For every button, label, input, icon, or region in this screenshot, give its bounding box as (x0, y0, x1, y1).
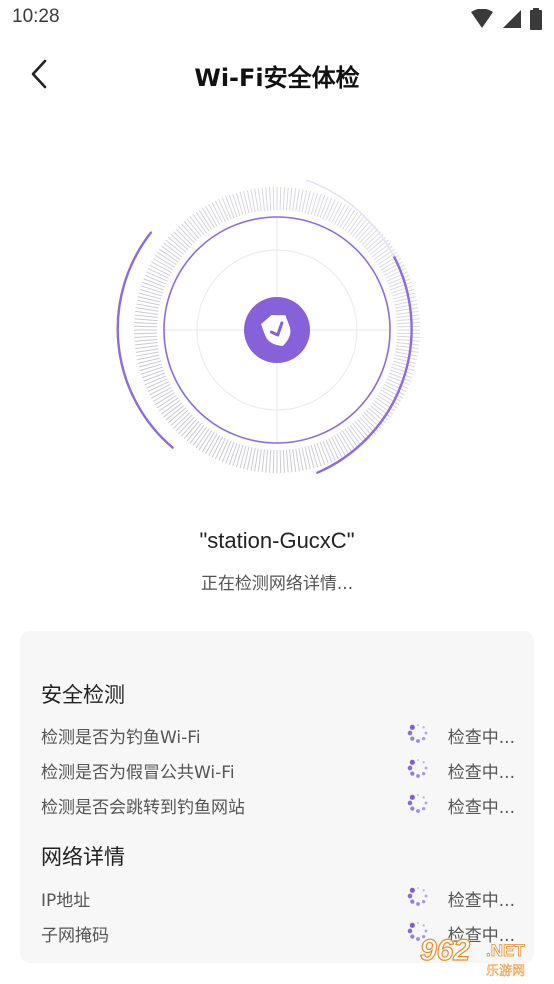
watermark-subtitle: 乐游网 (486, 964, 525, 978)
network-section-title: 网络详情 (41, 845, 125, 869)
list-item: 检测是否为假冒公共Wi-Fi 检查中... (41, 754, 515, 783)
watermark-domain: .NET (486, 941, 525, 960)
status-icons (470, 8, 542, 30)
check-item-status: 检查中... (447, 728, 515, 748)
check-item-label: 检测是否为假冒公共Wi-Fi (41, 763, 235, 783)
loading-spinner-icon (407, 724, 428, 743)
loading-spinner-icon (407, 794, 428, 813)
battery-icon (530, 8, 542, 30)
scan-status-text: 正在检测网络详情... (200, 574, 354, 594)
detail-item-label: IP地址 (41, 891, 91, 911)
radar-outer-arc-right (316, 255, 413, 474)
status-time: 10:28 (12, 6, 60, 27)
scan-radar (116, 179, 420, 474)
results-panel: 安全检测 检测是否为钓鱼Wi-Fi 检查中... 检测是否为假冒公共Wi-Fi … (20, 631, 534, 963)
check-item-label: 检测是否为钓鱼Wi-Fi (41, 728, 201, 748)
list-item: IP地址 检查中... (41, 882, 515, 911)
detail-item-label: 子网掩码 (41, 926, 109, 946)
cellular-signal-icon (503, 10, 521, 28)
watermark-brand: 962 (420, 934, 470, 967)
check-item-label: 检测是否会跳转到钓鱼网站 (41, 798, 245, 818)
site-watermark-logo: 962 .NET 乐游网 (419, 933, 525, 978)
wifi-signal-icon (471, 9, 493, 28)
page-title: Wi-Fi安全体检 (194, 64, 360, 92)
network-name: "station-GucxC" (199, 528, 355, 553)
check-item-status: 检查中... (447, 798, 515, 818)
list-item: 检测是否为钓鱼Wi-Fi 检查中... (41, 719, 515, 748)
header: Wi-Fi安全体检 (0, 48, 554, 102)
detail-item-status: 检查中... (447, 891, 515, 911)
list-item: 检测是否会跳转到钓鱼网站 检查中... (41, 789, 515, 818)
loading-spinner-icon (407, 759, 428, 778)
security-section-title: 安全检测 (41, 683, 125, 707)
check-item-status: 检查中... (447, 763, 515, 783)
status-bar: 10:28 (0, 0, 554, 38)
loading-spinner-icon (407, 887, 428, 906)
